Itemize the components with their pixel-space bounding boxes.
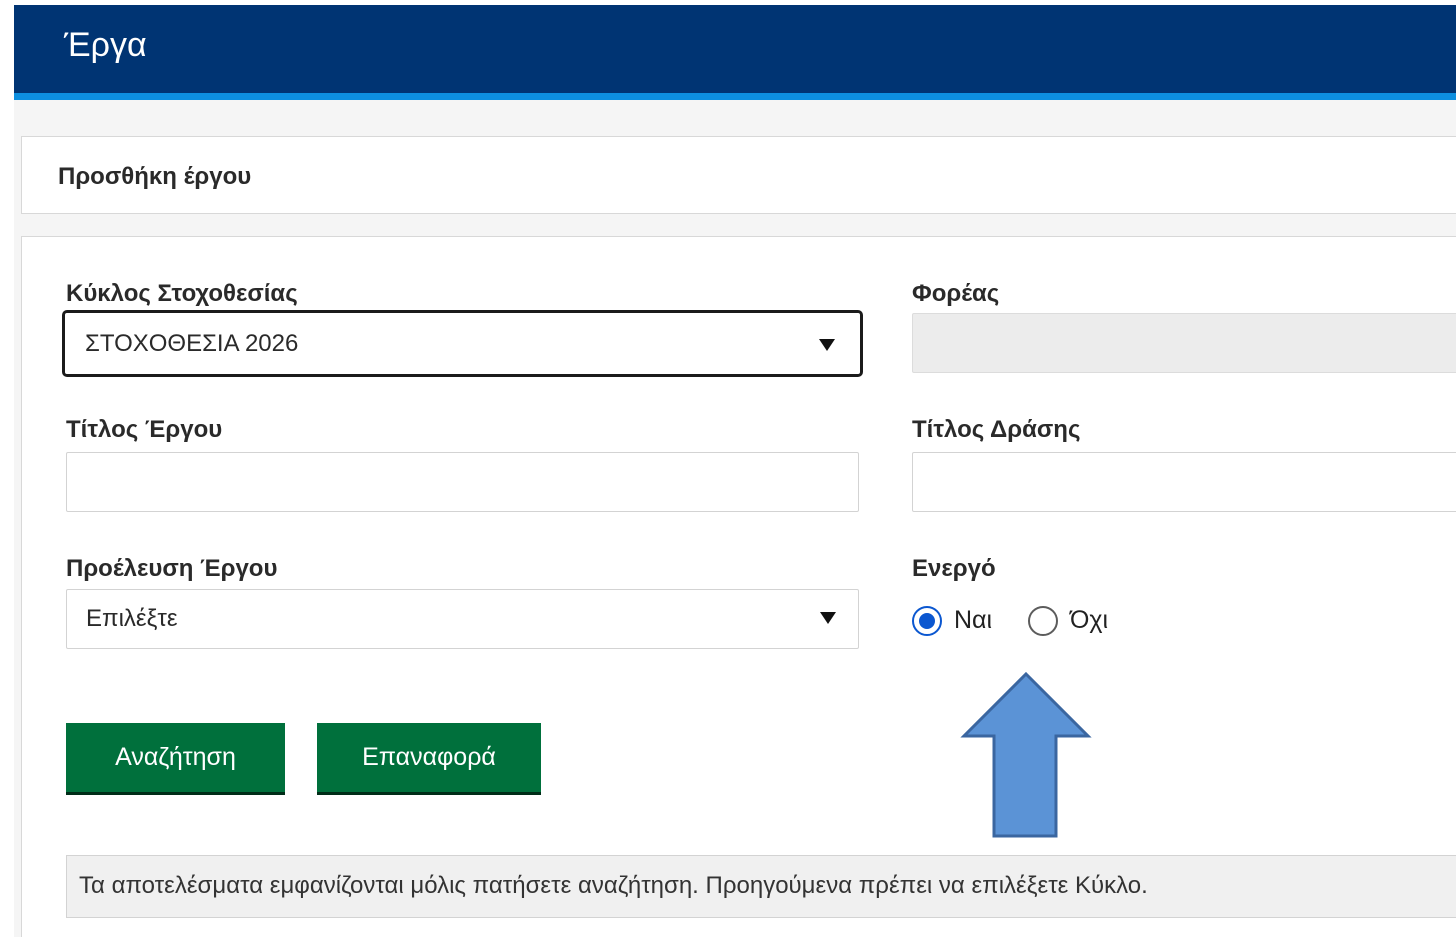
header-accent-bar <box>14 93 1456 100</box>
reset-button[interactable]: Επαναφορά <box>317 723 541 795</box>
up-arrow-icon <box>960 672 1092 838</box>
info-message-text: Τα αποτελέσματα εμφανίζονται μόλις πατήσ… <box>79 872 1148 899</box>
active-no-radio[interactable] <box>1028 606 1058 636</box>
panel-header: Προσθήκη έργου <box>21 136 1456 214</box>
project-title-input[interactable] <box>66 452 859 512</box>
info-message: Τα αποτελέσματα εμφανίζονται μόλις πατήσ… <box>66 855 1456 918</box>
project-origin-select[interactable]: Επιλέξτε <box>66 589 859 649</box>
chevron-down-icon <box>820 612 836 624</box>
page: Έργα Προσθήκη έργου Κύκλος Στοχοθεσίας Σ… <box>0 0 1456 937</box>
cycle-select[interactable]: ΣΤΟΧΟΘΕΣΙΑ 2026 <box>62 310 863 377</box>
search-button[interactable]: Αναζήτηση <box>66 723 285 795</box>
action-title-label: Τίτλος Δράσης <box>912 416 1081 443</box>
cycle-select-value: ΣΤΟΧΟΘΕΣΙΑ 2026 <box>85 330 299 357</box>
active-no-label[interactable]: Όχι <box>1070 606 1108 635</box>
active-label: Ενεργό <box>912 555 996 582</box>
action-title-input[interactable] <box>912 452 1456 512</box>
page-header: Έργα <box>14 5 1456 93</box>
active-yes-radio[interactable] <box>912 606 942 636</box>
panel-title: Προσθήκη έργου <box>58 163 252 190</box>
cycle-label: Κύκλος Στοχοθεσίας <box>66 280 298 307</box>
agency-label: Φορέας <box>912 280 1000 307</box>
page-title: Έργα <box>64 26 147 64</box>
project-title-label: Τίτλος Έργου <box>66 416 223 443</box>
project-origin-label: Προέλευση Έργου <box>66 555 278 582</box>
project-origin-select-value: Επιλέξτε <box>86 605 178 632</box>
agency-field <box>912 313 1456 373</box>
chevron-down-icon <box>819 339 835 351</box>
active-yes-label[interactable]: Ναι <box>954 606 992 635</box>
